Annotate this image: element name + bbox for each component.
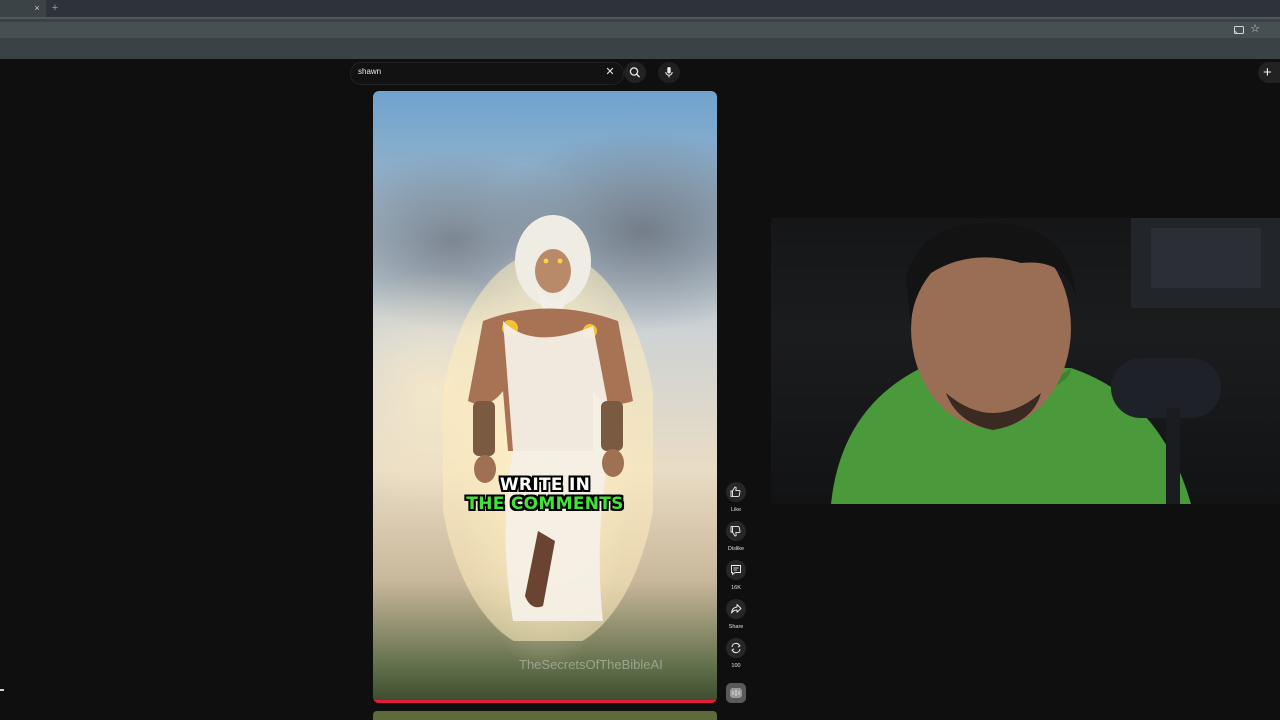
edge-marker	[0, 689, 4, 691]
caption-line-2: THE COMMENTS	[466, 494, 624, 514]
close-icon[interactable]: ×	[31, 2, 43, 14]
create-plus-icon: +	[1263, 64, 1272, 81]
plus-icon[interactable]: +	[49, 1, 61, 15]
search-button[interactable]	[624, 62, 646, 83]
dislike-button[interactable]	[726, 521, 746, 541]
address-bar[interactable]	[0, 22, 1280, 38]
browser-toolbar-lower	[0, 40, 1280, 59]
mic-icon	[665, 67, 673, 78]
video-figure-illustration	[443, 215, 653, 641]
remix-count: 100	[731, 663, 741, 669]
caption-line-1: WRITE IN	[499, 475, 591, 495]
share-icon	[731, 604, 742, 614]
sound-avatar-icon	[730, 688, 742, 698]
cast-icon[interactable]	[1233, 24, 1245, 36]
search-icon	[629, 67, 640, 78]
share-label: Share	[728, 624, 744, 630]
create-button[interactable]: +	[1258, 62, 1280, 83]
remix-button[interactable]	[726, 638, 746, 658]
comment-icon	[731, 565, 741, 576]
thumb-down-icon	[730, 526, 741, 537]
like-button[interactable]	[726, 482, 746, 502]
like-label: Like	[730, 507, 742, 513]
shorts-video-player[interactable]: WRITE IN THE COMMENTS TheSecretsOfTheBib…	[373, 91, 717, 703]
voice-search-button[interactable]	[658, 62, 680, 83]
streamer-webcam-image	[831, 218, 1280, 504]
progress-bar[interactable]	[373, 700, 717, 703]
thumb-up-icon	[730, 486, 741, 497]
comments-count: 16K	[731, 585, 741, 591]
search-input-value[interactable]: shawn	[358, 67, 381, 76]
remix-icon	[731, 642, 741, 654]
dislike-label: Dislike	[727, 546, 745, 552]
next-short-preview[interactable]	[373, 711, 717, 720]
star-icon[interactable]: ☆	[1249, 23, 1261, 35]
progress-bar-fill	[373, 700, 717, 703]
webcam-overlay	[771, 218, 1280, 504]
comments-button[interactable]	[726, 560, 746, 580]
sound-avatar-button[interactable]	[726, 683, 746, 703]
search-input[interactable]	[350, 62, 624, 85]
channel-watermark: TheSecretsOfTheBibleAI	[519, 657, 663, 672]
share-button[interactable]	[726, 599, 746, 619]
clear-search-icon[interactable]: ✕	[604, 66, 616, 78]
browser-tab-strip	[0, 0, 1280, 17]
